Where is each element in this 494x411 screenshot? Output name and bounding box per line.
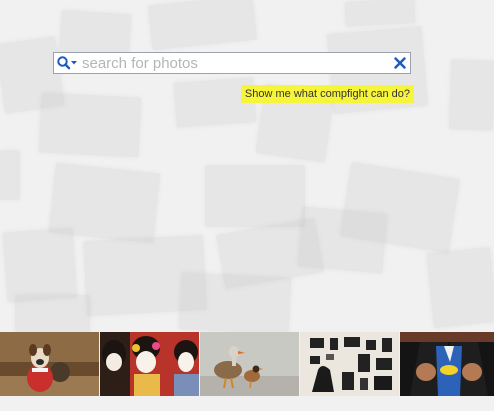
background-photo [205, 165, 305, 227]
search-icon[interactable] [54, 53, 80, 73]
thumbnail-gear[interactable] [300, 332, 399, 396]
background-photo [15, 295, 90, 332]
thumbnail-birds[interactable] [200, 332, 299, 396]
background-photo [0, 150, 20, 200]
background-photo [426, 246, 494, 329]
background-photo [178, 272, 292, 332]
background-photo [38, 92, 142, 158]
photo-filmstrip [0, 332, 494, 396]
close-icon [394, 57, 406, 69]
thumbnail-dog[interactable] [0, 332, 99, 396]
thumbnail-geisha[interactable] [100, 332, 199, 396]
clear-search-button[interactable] [390, 53, 410, 73]
search-input[interactable] [80, 54, 390, 72]
background-photo-collage [0, 0, 494, 332]
background-photo [344, 0, 416, 27]
background-photo [297, 206, 388, 274]
background-photo [2, 227, 78, 303]
search-bar[interactable] [53, 52, 411, 74]
show-features-link[interactable]: Show me what compfight can do? [240, 85, 414, 103]
background-photo [147, 0, 258, 51]
background-photo [448, 59, 494, 131]
thumbnail-shirt[interactable] [400, 332, 494, 396]
